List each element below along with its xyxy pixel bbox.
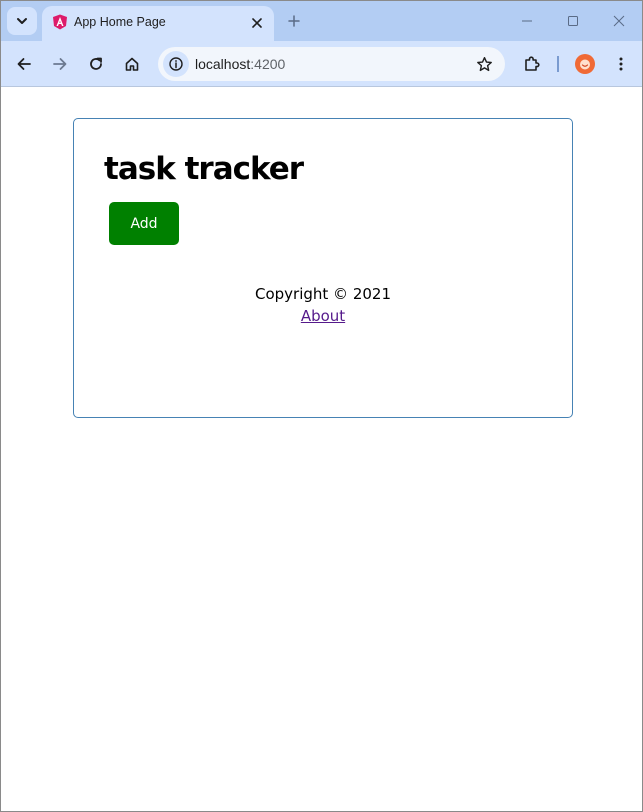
minimize-button[interactable] (511, 7, 543, 35)
minimize-icon (522, 20, 532, 22)
puzzle-icon (525, 56, 540, 71)
maximize-button[interactable] (557, 7, 589, 35)
site-info-button[interactable] (163, 51, 189, 77)
angular-icon (53, 14, 67, 30)
avatar-icon (580, 59, 590, 70)
url-host: localhost (195, 56, 251, 72)
star-icon (476, 56, 492, 71)
arrow-right-icon (53, 58, 67, 70)
page-viewport: task tracker Add Copyright © 2021 About (1, 88, 642, 811)
more-vertical-icon (619, 57, 623, 71)
tab-title: App Home Page (74, 15, 166, 29)
home-button[interactable] (118, 50, 146, 78)
url-port: :4200 (250, 56, 286, 72)
close-icon (613, 15, 625, 27)
chevron-down-icon (17, 18, 27, 24)
menu-button[interactable] (607, 50, 635, 78)
window-close-button[interactable] (603, 7, 635, 35)
home-icon (125, 57, 139, 71)
page-title: task tracker (104, 151, 304, 187)
tab-strip: App Home Page (1, 1, 642, 41)
profile-avatar[interactable] (575, 54, 595, 74)
back-button[interactable] (10, 50, 38, 78)
browser-window: App Home Page localhost:4200 task tracke… (0, 0, 643, 812)
app-container: task tracker Add Copyright © 2021 About (73, 118, 573, 418)
maximize-icon (568, 16, 578, 26)
tab-search-button[interactable] (7, 7, 37, 35)
add-button[interactable]: Add (109, 202, 179, 245)
forward-button[interactable] (46, 50, 74, 78)
bookmark-button[interactable] (475, 55, 493, 73)
tab-close-button[interactable] (248, 14, 266, 32)
reload-icon (90, 57, 102, 70)
address-bar[interactable]: localhost:4200 (158, 47, 505, 81)
reload-button[interactable] (82, 50, 110, 78)
url-text[interactable]: localhost:4200 (195, 56, 285, 72)
new-tab-button[interactable] (283, 10, 305, 32)
browser-toolbar: localhost:4200 (1, 41, 642, 87)
copyright-text: Copyright © 2021 (254, 285, 391, 303)
arrow-left-icon (17, 58, 31, 70)
close-icon (252, 18, 262, 28)
footer: Copyright © 2021 About (74, 282, 572, 325)
toolbar-divider (557, 56, 559, 72)
extensions-button[interactable] (518, 50, 546, 78)
tab-app-home-page[interactable]: App Home Page (42, 6, 274, 41)
about-link[interactable]: About (301, 307, 345, 325)
plus-icon (288, 15, 300, 27)
info-icon (169, 57, 183, 71)
